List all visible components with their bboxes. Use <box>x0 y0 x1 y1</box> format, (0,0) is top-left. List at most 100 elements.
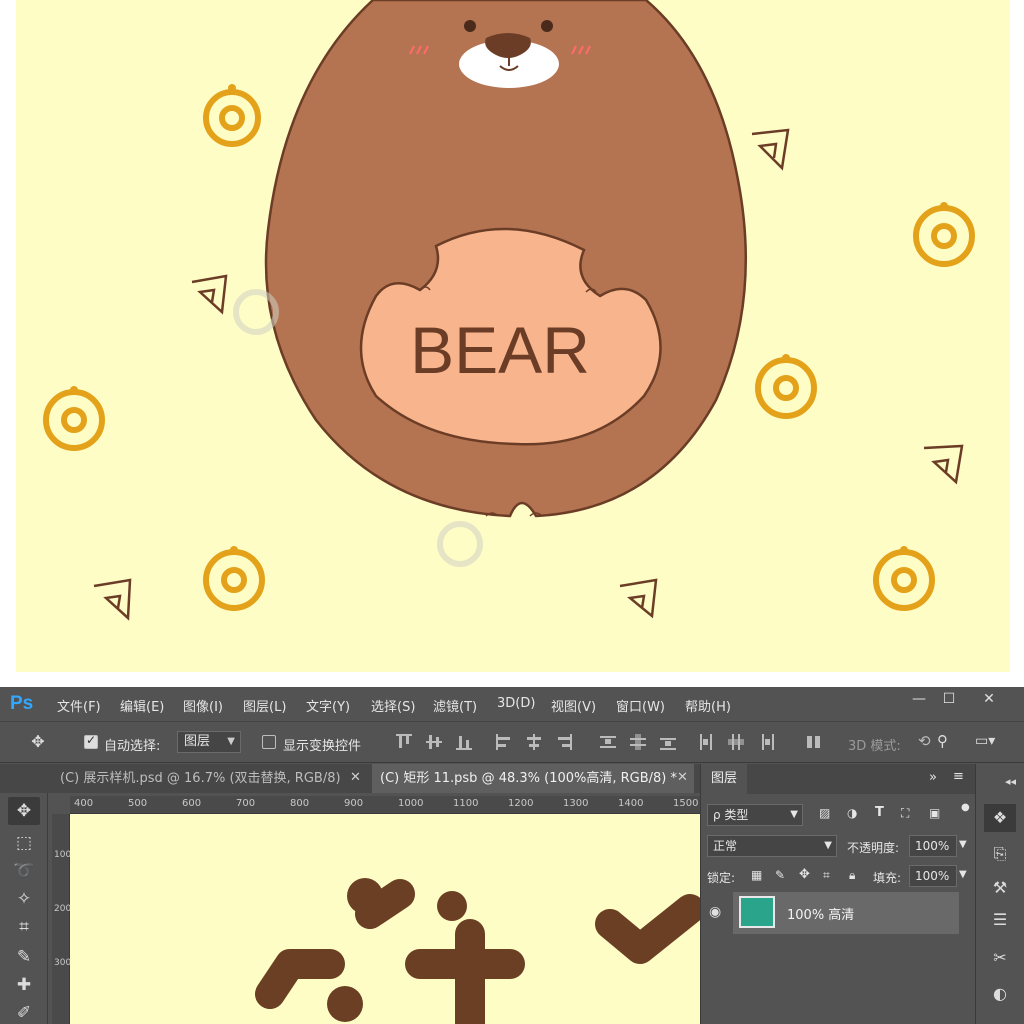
ruler-tick-label: 600 <box>182 798 202 809</box>
bear-belly-text: BEAR <box>410 313 590 387</box>
menu-3d[interactable]: 3D(D) <box>497 696 535 711</box>
ruler-tick-label: 100 <box>54 850 72 860</box>
magic-wand-tool-icon[interactable]: ✧ <box>8 885 40 913</box>
ruler-tick-label: 900 <box>344 798 364 809</box>
opacity-input[interactable]: 100% <box>909 835 957 857</box>
panel-collapse-icon[interactable]: » <box>929 770 937 785</box>
chevron-down-icon: ▼ <box>227 736 235 747</box>
align-left-icon[interactable] <box>496 734 512 750</box>
menu-image[interactable]: 图像(I) <box>183 696 223 715</box>
bear-eye-right <box>541 20 553 32</box>
expand-panels-icon[interactable]: ◂◂ <box>984 768 1016 796</box>
crop-tool-icon[interactable]: ⌗ <box>8 913 40 941</box>
show-transform-checkbox[interactable] <box>262 735 276 749</box>
bear-eye-left <box>464 20 476 32</box>
blend-mode-select[interactable]: 正常 ▼ <box>707 835 837 857</box>
distribute-left-icon[interactable] <box>698 734 714 750</box>
menu-type[interactable]: 文字(Y) <box>306 696 350 715</box>
menu-view[interactable]: 视图(V) <box>551 696 596 715</box>
lock-label: 锁定: <box>707 871 736 885</box>
healing-brush-tool-icon[interactable]: ✚ <box>8 971 40 999</box>
visibility-eye-icon[interactable]: ◉ <box>709 904 721 920</box>
photoshop-window: Ps 文件(F) 编辑(E) 图像(I) 图层(L) 文字(Y) 选择(S) 滤… <box>0 687 1024 1024</box>
align-hcenter-icon[interactable] <box>526 734 542 750</box>
document-canvas[interactable] <box>70 814 700 1024</box>
layer-filter-select[interactable]: ρ 类型 ▼ <box>707 804 803 826</box>
tab-showcase-psd[interactable]: (C) 展示样机.psd @ 16.7% (双击替换, RGB/8) <box>52 764 370 793</box>
filter-adjustment-icon[interactable]: ◑ <box>847 806 857 820</box>
adjustments-icon[interactable]: ☰ <box>984 906 1016 934</box>
filter-smart-object-icon[interactable]: ▣ <box>929 806 940 820</box>
maximize-button[interactable]: ☐ <box>930 687 968 711</box>
tools-panel-icon[interactable]: ✂ <box>984 944 1016 972</box>
distribute-top-icon[interactable] <box>600 734 616 750</box>
brush-tool-icon[interactable]: ✐ <box>8 999 40 1024</box>
filter-type-icon[interactable]: T <box>875 805 884 820</box>
menu-window[interactable]: 窗口(W) <box>616 696 665 715</box>
blend-mode-value: 正常 <box>713 839 738 853</box>
filter-toggle-icon[interactable]: ● <box>961 802 970 813</box>
distribute-right-icon[interactable] <box>758 734 774 750</box>
menu-layer[interactable]: 图层(L) <box>243 696 286 715</box>
fill-input[interactable]: 100% <box>909 865 957 887</box>
lock-position-icon[interactable]: ✥ <box>799 867 810 882</box>
distribute-vcenter-icon[interactable] <box>630 734 646 750</box>
align-bottom-icon[interactable] <box>456 734 472 750</box>
menu-help[interactable]: 帮助(H) <box>685 696 731 715</box>
distribute-bottom-icon[interactable] <box>660 734 676 750</box>
panel-menu-icon[interactable]: ≡ <box>953 769 964 784</box>
marquee-tool-icon[interactable]: ⬚ <box>8 829 40 857</box>
eyedropper-tool-icon[interactable]: ✎ <box>8 943 40 971</box>
auto-align-icon[interactable] <box>806 734 822 750</box>
3d-orbit-icon[interactable]: ⟲ <box>918 732 931 750</box>
lock-all-icon[interactable]: 🔒︎ <box>849 868 855 883</box>
workspace-icon[interactable]: ▭▾ <box>975 733 995 749</box>
close-icon[interactable]: ✕ <box>350 770 361 785</box>
layers-panel-icon[interactable]: ❖ <box>984 804 1016 832</box>
chevron-down-icon[interactable]: ▼ <box>959 839 967 850</box>
layer-row[interactable]: 100% 高清 <box>733 892 959 934</box>
chevron-down-icon[interactable]: ▼ <box>959 869 967 880</box>
brush-settings-icon[interactable]: ⚒ <box>984 874 1016 902</box>
layer-name: 100% 高清 <box>787 908 855 923</box>
layers-panel: 图层 » ≡ ρ 类型 ▼ ▨ ◑ T ⛶ ▣ ● 正常 ▼ 不透明度: 100… <box>700 764 975 1024</box>
menu-select[interactable]: 选择(S) <box>371 696 415 715</box>
move-tool-preset-icon[interactable]: ✥ <box>22 728 54 756</box>
lock-transparency-icon[interactable]: ▦ <box>751 868 762 882</box>
auto-select-dropdown[interactable]: 图层 ▼ <box>177 731 241 753</box>
ruler-tick-label: 700 <box>236 798 256 809</box>
canvas-artwork <box>255 878 700 1024</box>
ruler-tick-label: 1000 <box>398 798 424 809</box>
close-window-button[interactable]: ✕ <box>970 687 1008 711</box>
tab-rectangle-psb[interactable]: (C) 矩形 11.psb @ 48.3% (100%高清, RGB/8) * <box>372 764 694 793</box>
ruler-tick-label: 400 <box>74 798 94 809</box>
distribute-hcenter-icon[interactable] <box>728 734 744 750</box>
ps-logo: Ps <box>10 693 34 714</box>
tab-layers[interactable]: 图层 <box>701 764 747 794</box>
ruler-tick-label: 300 <box>54 958 72 968</box>
filter-shape-icon[interactable]: ⛶ <box>901 806 909 821</box>
lock-artboard-icon[interactable]: ⌗ <box>823 868 830 883</box>
options-bar: ✥ 自动选择: 图层 ▼ 显示变换控件 3D 模式: ⟲ <box>0 721 1024 763</box>
lock-pixels-icon[interactable]: ✎ <box>775 868 785 882</box>
menu-edit[interactable]: 编辑(E) <box>120 696 164 715</box>
tools-panel: ✥ ⬚ ➰ ✧ ⌗ ✎ ✚ ✐ <box>0 793 48 1024</box>
align-vcenter-icon[interactable] <box>426 734 442 750</box>
menu-file[interactable]: 文件(F) <box>57 696 101 715</box>
history-panel-icon[interactable]: ⎘ <box>984 840 1016 868</box>
filter-pixel-icon[interactable]: ▨ <box>819 806 830 820</box>
document-tabs: (C) 展示样机.psd @ 16.7% (双击替换, RGB/8) ✕ (C)… <box>0 764 700 793</box>
align-top-icon[interactable] <box>396 734 412 750</box>
collapsed-panels: ◂◂ ❖ ⎘ ⚒ ☰ ✂ ◐ <box>975 764 1024 1024</box>
auto-select-checkbox[interactable] <box>84 733 98 749</box>
lasso-tool-icon[interactable]: ➰ <box>8 857 40 885</box>
menu-filter[interactable]: 滤镜(T) <box>433 696 477 715</box>
vertical-ruler: 100 200 300 <box>52 814 72 1024</box>
color-panel-icon[interactable]: ◐ <box>984 980 1016 1008</box>
ruler-tick-label: 1100 <box>453 798 479 809</box>
align-right-icon[interactable] <box>556 734 572 750</box>
move-tool-icon[interactable]: ✥ <box>8 797 40 825</box>
close-icon[interactable]: ✕ <box>677 770 688 785</box>
search-icon[interactable]: ⚲ <box>937 732 948 750</box>
layers-panel-header: 图层 » ≡ <box>701 764 975 794</box>
